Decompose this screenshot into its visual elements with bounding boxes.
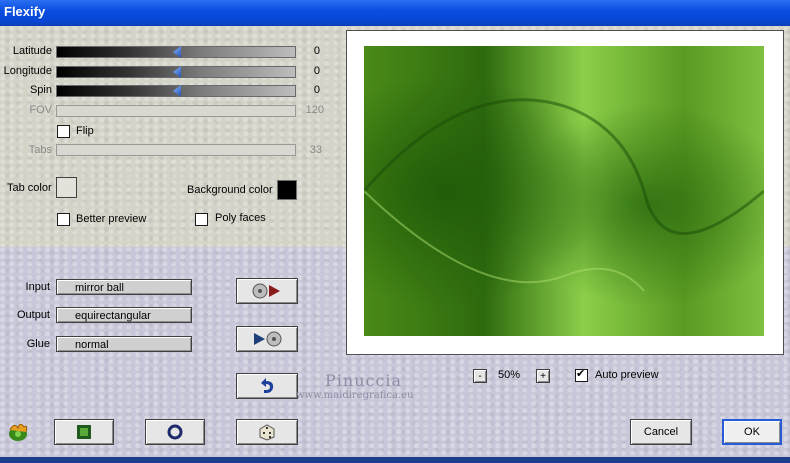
longitude-slider[interactable] xyxy=(56,66,296,78)
input-projection-value: mirror ball xyxy=(75,282,124,294)
ring-icon xyxy=(167,424,183,440)
undo-arrow-icon xyxy=(261,378,274,393)
preview-image xyxy=(364,46,764,336)
fov-value: 120 xyxy=(305,104,324,116)
auto-preview-label: Auto preview xyxy=(595,369,659,381)
background-color-label: Background color xyxy=(187,184,273,196)
zoom-level: 50% xyxy=(498,369,521,381)
input-label: Input xyxy=(25,281,50,293)
flip-label: Flip xyxy=(76,125,94,137)
play-to-disc-icon xyxy=(254,331,282,347)
tabs-slider[interactable] xyxy=(56,144,296,156)
disc-to-play-icon xyxy=(252,283,280,299)
circle-shape-button[interactable] xyxy=(145,419,205,445)
watermark-url: www.maidiregrafica.eu xyxy=(296,390,414,401)
latitude-label: Latitude xyxy=(12,45,52,57)
square-shape-button[interactable] xyxy=(54,419,114,445)
output-projection-value: equirectangular xyxy=(75,310,151,322)
glue-value: normal xyxy=(75,339,109,351)
latitude-slider[interactable] xyxy=(56,46,296,58)
spin-label: Spin xyxy=(29,84,52,96)
tabs-value: 33 xyxy=(309,144,322,156)
tab-color-swatch[interactable] xyxy=(56,177,77,198)
tabs-label: Tabs xyxy=(28,144,52,156)
fov-slider[interactable] xyxy=(56,105,296,117)
poly-faces-checkbox[interactable] xyxy=(195,213,208,226)
auto-preview-checkbox[interactable] xyxy=(575,367,588,382)
longitude-value: 0 xyxy=(313,65,320,77)
square-icon xyxy=(77,425,91,439)
undo-button[interactable] xyxy=(236,373,298,399)
zoom-in-label: + xyxy=(540,370,546,382)
better-preview-label: Better preview xyxy=(76,213,147,225)
randomize-button[interactable] xyxy=(236,419,298,445)
fov-label: FOV xyxy=(29,104,52,116)
title-bar: Flexify xyxy=(0,0,790,26)
ok-button[interactable]: OK xyxy=(722,419,782,445)
ok-label: OK xyxy=(744,426,760,438)
apply-output-button[interactable] xyxy=(236,326,298,352)
spin-slider[interactable] xyxy=(56,85,296,97)
latitude-value: 0 xyxy=(313,45,320,57)
longitude-label: Longitude xyxy=(3,65,52,77)
plugin-logo-icon xyxy=(6,420,30,442)
zoom-out-label: - xyxy=(478,370,482,382)
window-title: Flexify xyxy=(4,4,46,19)
glue-select[interactable]: normal xyxy=(56,336,192,352)
load-input-button[interactable] xyxy=(236,278,298,304)
cancel-button[interactable]: Cancel xyxy=(630,419,692,445)
background-color-swatch[interactable] xyxy=(277,180,297,200)
poly-faces-label: Poly faces xyxy=(215,212,266,224)
zoom-in-button[interactable]: + xyxy=(536,369,550,383)
dice-icon xyxy=(259,424,275,441)
taskbar-edge xyxy=(0,457,790,463)
spin-slider-thumb[interactable] xyxy=(173,85,181,97)
cancel-label: Cancel xyxy=(643,426,679,438)
output-projection-select[interactable]: equirectangular xyxy=(56,307,192,323)
flip-checkbox[interactable] xyxy=(57,125,70,138)
watermark-name: Pinuccia xyxy=(325,371,403,390)
tab-color-label: Tab color xyxy=(7,182,52,194)
input-projection-select[interactable]: mirror ball xyxy=(56,279,192,295)
latitude-slider-thumb[interactable] xyxy=(173,46,181,58)
preview-panel xyxy=(346,30,784,355)
spin-value: 0 xyxy=(313,84,320,96)
glue-label: Glue xyxy=(26,338,50,350)
output-label: Output xyxy=(16,309,50,321)
zoom-out-button[interactable]: - xyxy=(473,369,487,383)
longitude-slider-thumb[interactable] xyxy=(173,66,181,78)
better-preview-checkbox[interactable] xyxy=(57,213,70,226)
